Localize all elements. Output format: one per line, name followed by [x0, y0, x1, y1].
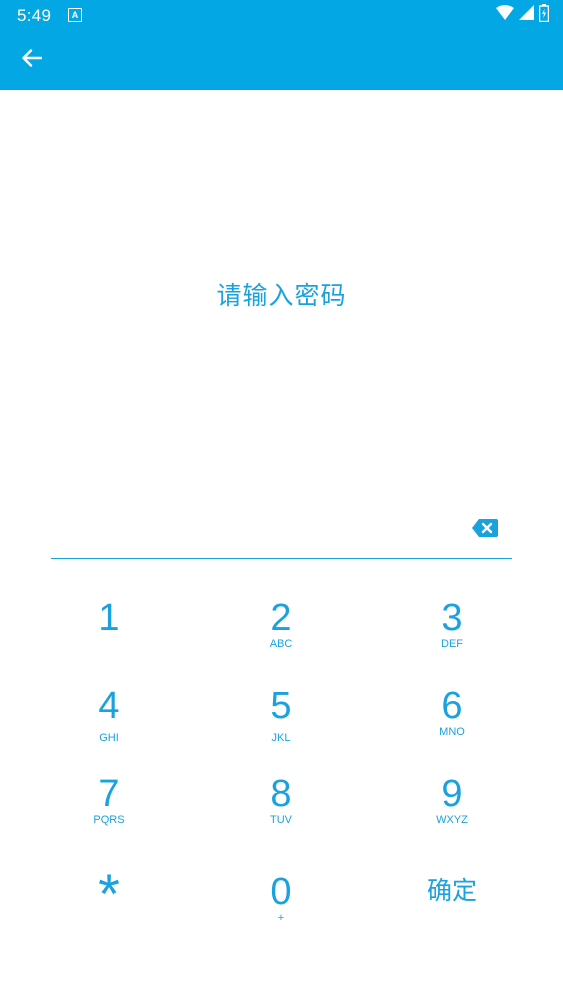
key-letters: TUV	[270, 814, 292, 826]
password-prompt: 请输入密码	[216, 282, 347, 310]
key-4[interactable]: 4 GHI	[29, 668, 189, 748]
arrow-left-icon	[22, 48, 43, 72]
key-digit: 5	[270, 685, 292, 727]
cell-signal-icon	[519, 5, 534, 25]
key-digit: 0	[270, 871, 292, 913]
back-button[interactable]	[14, 44, 50, 76]
key-1[interactable]: 1	[29, 580, 189, 660]
key-letters: JKL	[271, 732, 291, 744]
status-time: 5:49	[17, 6, 52, 25]
key-2[interactable]: 2 ABC	[201, 580, 361, 660]
backspace-icon	[471, 519, 499, 542]
key-digit: 9	[441, 773, 463, 815]
key-0[interactable]: 0 +	[201, 854, 361, 934]
status-bar: 5:49 A	[0, 0, 563, 32]
password-screen: 5:49 A 请输入密码 1 2 ABC 3 DEF 4 GHI 5 JKL 6…	[0, 0, 563, 1002]
key-letters: WXYZ	[436, 814, 468, 826]
key-digit: 7	[98, 773, 120, 815]
key-star[interactable]: *	[29, 844, 189, 924]
input-underline	[51, 558, 512, 559]
key-8[interactable]: 8 TUV	[201, 756, 361, 836]
key-3[interactable]: 3 DEF	[372, 580, 532, 660]
key-digit: 3	[441, 597, 463, 639]
key-star-symbol: *	[98, 862, 120, 925]
confirm-label: 确定	[426, 877, 477, 905]
delete-button[interactable]	[471, 518, 503, 542]
status-icons	[496, 3, 550, 27]
key-digit: 6	[441, 685, 463, 727]
key-6[interactable]: 6 MNO	[372, 668, 532, 748]
key-digit: 4	[98, 685, 120, 727]
key-9[interactable]: 9 WXYZ	[372, 756, 532, 836]
battery-icon	[538, 3, 550, 27]
key-letters: ABC	[269, 638, 293, 650]
key-5[interactable]: 5 JKL	[201, 668, 361, 748]
key-digit: 2	[270, 597, 292, 639]
key-7[interactable]: 7 PQRS	[29, 756, 189, 836]
a-notification-icon: A	[68, 8, 82, 22]
key-digit: 8	[270, 773, 292, 815]
key-letters: PQRS	[93, 814, 125, 826]
key-letters: GHI	[99, 732, 119, 744]
wifi-icon	[496, 5, 514, 25]
key-letters: DEF	[441, 638, 463, 650]
key-digit: 1	[98, 597, 120, 639]
confirm-button[interactable]: 确定	[372, 844, 532, 924]
key-letters: +	[277, 912, 285, 924]
password-input[interactable]	[51, 508, 465, 554]
key-letters: MNO	[439, 726, 465, 738]
app-bar: 5:49 A	[0, 0, 563, 90]
